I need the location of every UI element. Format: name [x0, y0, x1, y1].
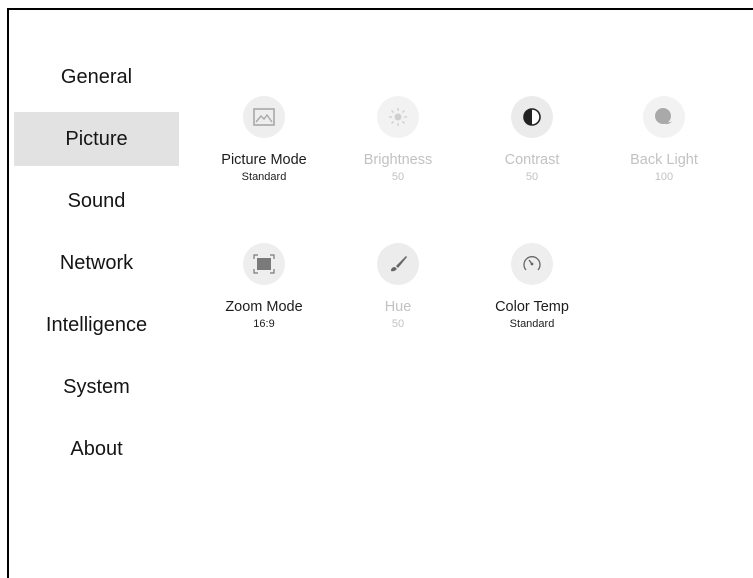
- image-icon: [243, 96, 285, 138]
- brightness-value: 50: [391, 171, 405, 183]
- zoom-frame-icon: [243, 243, 285, 285]
- sidebar-item-label: System: [63, 375, 130, 398]
- sidebar-item-picture[interactable]: Picture: [14, 112, 179, 166]
- color-temp-label: Color Temp: [495, 299, 569, 315]
- color-temp-tile[interactable]: Color Temp Standard: [472, 243, 592, 330]
- sidebar-item-label: Sound: [67, 189, 126, 212]
- sidebar-item-about[interactable]: About: [14, 422, 179, 476]
- contrast-icon: [511, 96, 553, 138]
- picture-mode-label: Picture Mode: [221, 152, 307, 168]
- sidebar-item-label: General: [60, 65, 133, 88]
- backlight-icon: [643, 96, 685, 138]
- sidebar-item-system[interactable]: System: [14, 360, 179, 414]
- back-light-value: 100: [654, 171, 674, 183]
- hue-label: Hue: [384, 299, 412, 315]
- contrast-value: 50: [525, 171, 539, 183]
- back-light-tile: Back Light 100: [604, 96, 724, 183]
- sun-icon: [377, 96, 419, 138]
- sidebar: General Picture Sound Network Intelligen…: [14, 50, 179, 484]
- hue-tile: Hue 50: [338, 243, 458, 330]
- contrast-label: Contrast: [504, 152, 560, 168]
- brightness-label: Brightness: [363, 152, 433, 168]
- back-light-label: Back Light: [630, 152, 698, 168]
- sidebar-item-label: About: [70, 437, 123, 460]
- zoom-mode-label: Zoom Mode: [225, 299, 303, 315]
- sidebar-item-intelligence[interactable]: Intelligence: [14, 298, 179, 352]
- picture-mode-tile[interactable]: Picture Mode Standard: [204, 96, 324, 183]
- sidebar-item-label: Network: [59, 251, 134, 274]
- sidebar-item-label: Intelligence: [45, 313, 148, 336]
- gauge-icon: [511, 243, 553, 285]
- contrast-tile: Contrast 50: [472, 96, 592, 183]
- brightness-tile: Brightness 50: [338, 96, 458, 183]
- picture-mode-value: Standard: [241, 171, 287, 183]
- sidebar-item-general[interactable]: General: [14, 50, 179, 104]
- sidebar-item-network[interactable]: Network: [14, 236, 179, 290]
- hue-value: 50: [391, 318, 405, 330]
- sidebar-item-sound[interactable]: Sound: [14, 174, 179, 228]
- brush-icon: [377, 243, 419, 285]
- zoom-mode-value: 16:9: [253, 318, 275, 330]
- sidebar-item-label: Picture: [65, 127, 128, 150]
- zoom-mode-tile[interactable]: Zoom Mode 16:9: [204, 243, 324, 330]
- color-temp-value: Standard: [509, 318, 555, 330]
